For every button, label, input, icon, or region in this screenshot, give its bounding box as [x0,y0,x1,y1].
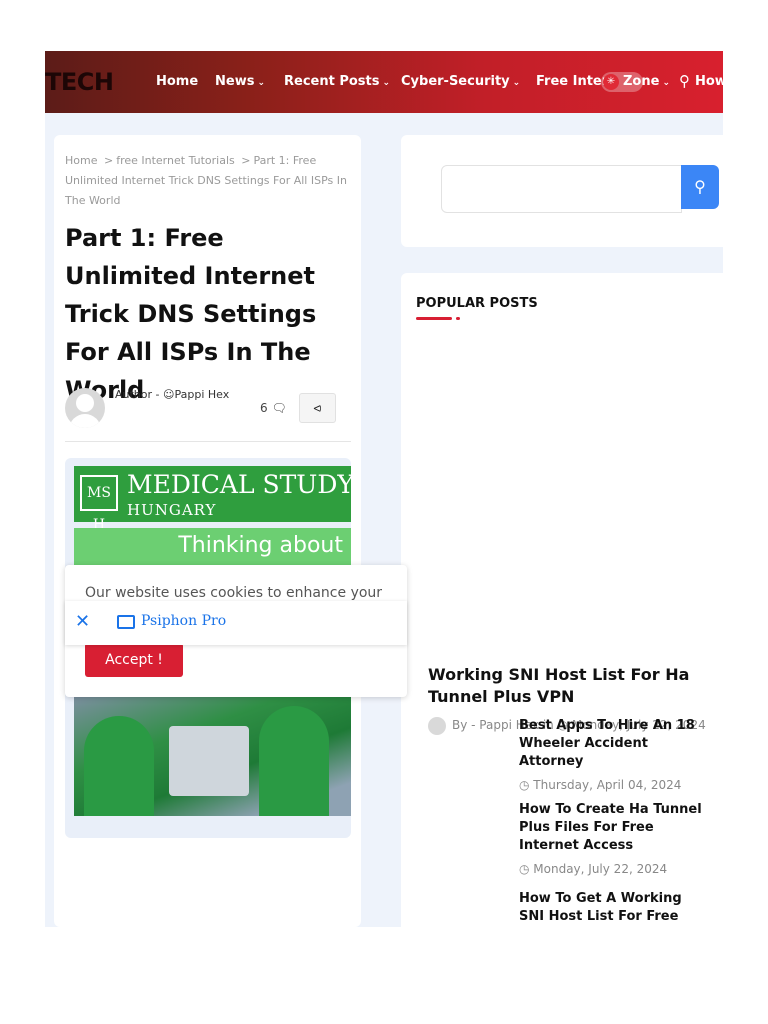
nav-item-news[interactable]: News ⌄ [215,74,265,89]
author-line: Author - ☺Pappi Hex [115,388,229,401]
author-name[interactable]: Pappi Hex [174,388,229,401]
popular-posts-heading: POPULAR POSTS [416,296,538,311]
post-title: Part 1: Free Unlimited Internet Trick DN… [65,224,317,404]
featured-post-title[interactable]: Working SNI Host List For Ha Tunnel Plus… [428,664,708,708]
nav-item-cyber-security[interactable]: Cyber-Security ⌄ [401,74,520,89]
chevron-down-icon: ⌄ [512,78,521,88]
top-navbar: TECH Home News ⌄ Recent Posts ⌄ Cyber-Secu… [45,51,723,113]
post-item-date: ◷ Thursday, April 04, 2024 [519,778,682,792]
post-item-title[interactable]: Best Apps To Hire An 18 Wheeler Accident… [519,717,704,771]
breadcrumb-separator: > [103,154,114,167]
ad-subheadline: HUNGARY [127,501,217,519]
post-item-title[interactable]: How To Get A Working SNI Host List For F… [519,890,704,927]
user-icon: ☺ [163,388,175,401]
device-icon [117,615,135,629]
list-item[interactable]: How To Create Ha Tunnel Plus Files For F… [519,801,704,876]
comment-count[interactable]: 6 🗨 [260,401,287,415]
ad-banner: MS H MEDICAL STUDY HUNGARY [74,466,354,533]
article-card: Home > free Internet Tutorials > Part 1: F… [54,135,361,927]
cookie-text: Our website uses cookies to enhance your [85,585,383,601]
search-input[interactable] [441,165,682,213]
ad-headline: MEDICAL STUDY [127,470,354,499]
chevron-down-icon: ⌄ [662,78,670,88]
heading-underline [416,317,452,320]
popular-posts-widget: POPULAR POSTS Working SNI Host List For … [401,273,723,927]
breadcrumb: Home > free Internet Tutorials > Part 1: F… [65,151,355,211]
nav-item-how[interactable]: How [695,74,723,89]
share-button[interactable]: ⪦ [299,393,336,423]
ad-tagline: Thinking about [178,533,343,558]
search-button[interactable]: ⚲ [681,165,719,209]
share-icon: ⪦ [313,400,322,416]
psiphon-overlay-bar: ✕ Psiphon Pro [65,601,407,645]
close-icon[interactable]: ✕ [75,611,90,632]
breadcrumb-separator: > [241,154,251,167]
page-frame: TECH Home News ⌄ Recent Posts ⌄ Cyber-Secu… [45,51,723,927]
list-item[interactable]: How To Get A Working SNI Host List For F… [519,890,704,927]
author-prefix: Author - [115,388,160,401]
list-item[interactable]: Best Apps To Hire An 18 Wheeler Accident… [519,717,704,792]
nav-item-home[interactable]: Home [156,74,198,89]
divider [65,441,351,442]
post-item-title[interactable]: How To Create Ha Tunnel Plus Files For F… [519,801,704,855]
ad-tagline-bar: Thinking about [74,528,351,568]
heading-underline-dot [456,317,460,320]
site-brand[interactable]: TECH [45,68,114,96]
nav-item-recent-posts[interactable]: Recent Posts ⌄ [284,74,390,89]
search-widget: ⚲ [401,135,723,247]
author-avatar [428,716,446,735]
psiphon-label[interactable]: Psiphon Pro [141,613,226,629]
breadcrumb-category[interactable]: free Internet Tutorials [116,154,235,167]
search-icon: ⚲ [694,177,706,196]
chevron-down-icon: ⌄ [382,78,391,88]
ad-photo [74,696,351,816]
sun-icon: ✳ [603,74,619,90]
author-avatar[interactable] [65,388,105,428]
ad-logo: MS H [80,475,118,533]
accept-cookies-button[interactable]: Accept ! [85,643,183,677]
chevron-down-icon: ⌄ [257,78,265,88]
breadcrumb-home[interactable]: Home [65,154,97,167]
post-item-date: ◷ Monday, July 22, 2024 [519,862,668,876]
nav-item-zone[interactable]: Zone ⌄ [623,74,670,89]
comment-icon: 🗨 [271,401,287,415]
search-icon[interactable]: ⚲ [679,72,690,90]
